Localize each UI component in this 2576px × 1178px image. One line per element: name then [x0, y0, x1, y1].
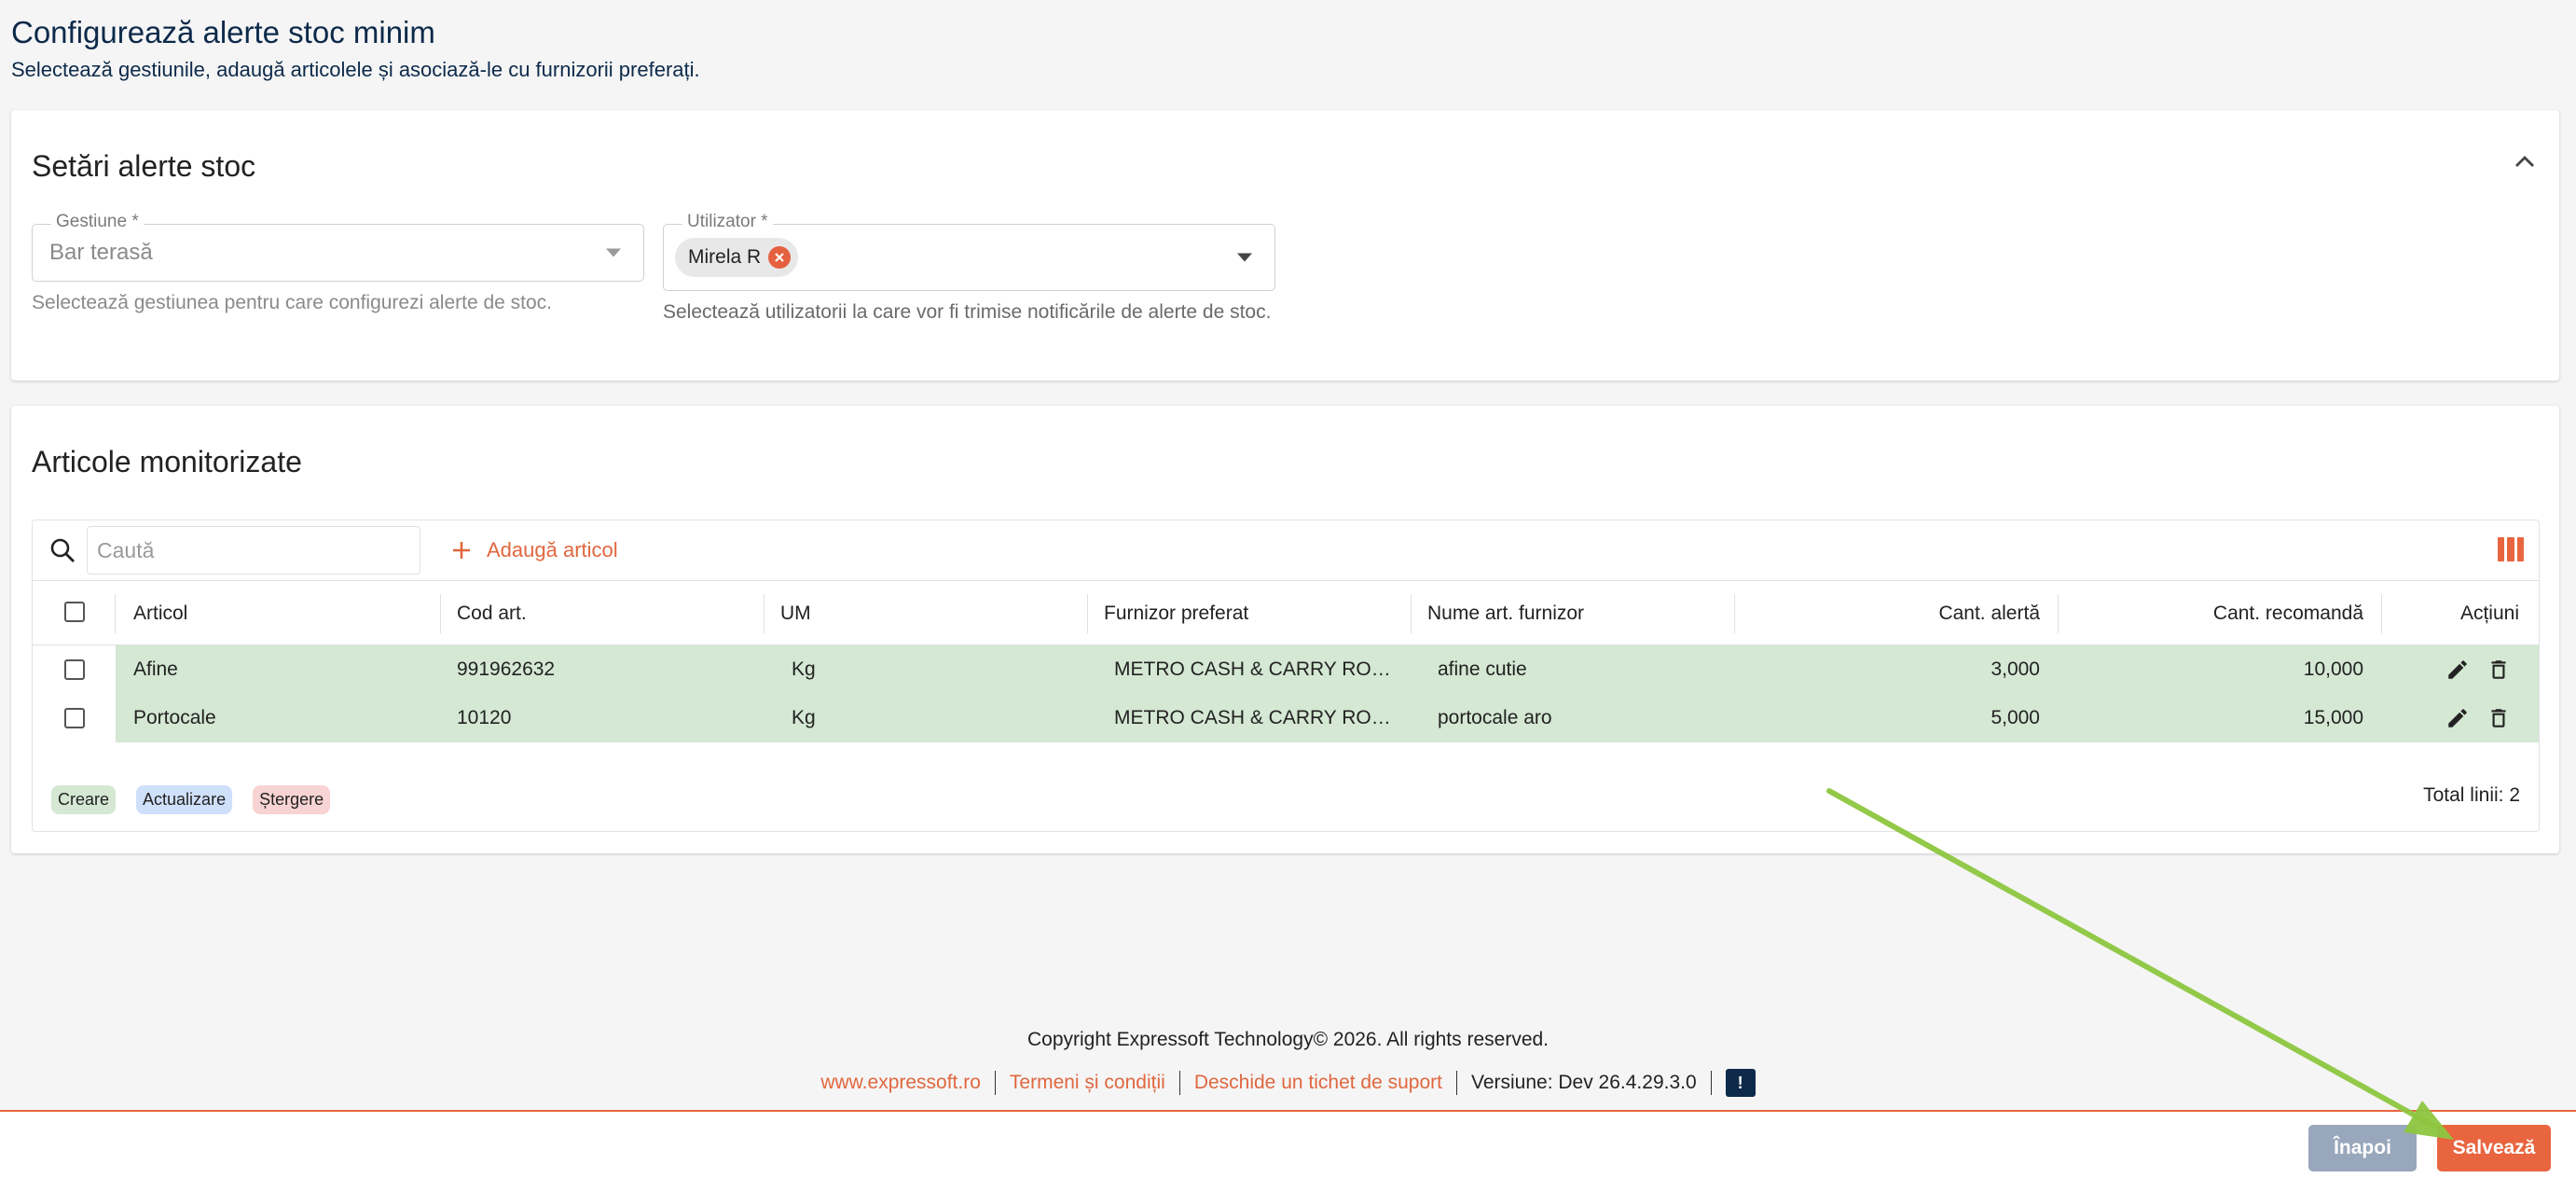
- col-header-articol[interactable]: Articol: [133, 603, 187, 625]
- search-box: [38, 526, 432, 575]
- cell-nume-furnizor: afine cutie: [1438, 658, 1527, 680]
- badge-create: Creare: [51, 785, 117, 814]
- edit-icon[interactable]: [2445, 706, 2470, 730]
- badge-delete: Ștergere: [253, 785, 331, 814]
- page-subtitle: Selectează gestiunile, adaugă articolele…: [11, 58, 700, 81]
- link-website[interactable]: www.expressoft.ro: [820, 1072, 981, 1094]
- footer-copyright: Copyright Expressoft Technology© 2026. A…: [1026, 1029, 1550, 1050]
- select-all-checkbox[interactable]: [64, 602, 85, 622]
- settings-title: Setări alerte stoc: [32, 149, 256, 183]
- gestiune-helper-text: Selectează gestiunea pentru care configu…: [32, 292, 553, 313]
- stock-alert-settings-card: Setări alerte stoc Gestiune * Bar terasă…: [11, 110, 2559, 381]
- col-header-cod[interactable]: Cod art.: [457, 603, 527, 625]
- footer-links: www.expressoft.ro Termeni și condiții De…: [0, 1069, 2576, 1097]
- badge-update: Actualizare: [136, 785, 233, 814]
- cell-furnizor: METRO CASH & CARRY ROMA...: [1114, 707, 1401, 728]
- dropdown-arrow-icon[interactable]: [1237, 253, 1252, 262]
- cell-articol: Afine: [133, 658, 178, 680]
- chevron-up-icon[interactable]: [2511, 147, 2539, 175]
- table-toolbar: Adaugă articol: [33, 520, 2539, 580]
- feedback-icon[interactable]: !: [1725, 1069, 1756, 1097]
- table-row[interactable]: Portocale 10120 Kg METRO CASH & CARRY RO…: [33, 694, 2539, 742]
- status-legend: Creare Actualizare Ștergere: [51, 785, 331, 814]
- total-lines: Total linii: 2: [2423, 784, 2520, 806]
- utilizator-select[interactable]: Utilizator * Mirela R: [663, 212, 1275, 291]
- user-chip-label: Mirela R: [688, 246, 762, 268]
- cell-nume-furnizor: portocale aro: [1438, 707, 1552, 728]
- columns-icon[interactable]: [2498, 537, 2524, 561]
- articles-title: Articole monitorizate: [32, 445, 302, 478]
- gestiune-label: Gestiune *: [51, 212, 144, 232]
- cell-um: Kg: [792, 658, 816, 680]
- row-checkbox[interactable]: [64, 708, 85, 728]
- col-header-nume-furnizor[interactable]: Nume art. furnizor: [1427, 603, 1584, 625]
- user-chip: Mirela R: [675, 238, 799, 277]
- cell-cant-alerta: 3,000: [1991, 658, 2040, 680]
- table-header: Articol Cod art. UM Furnizor preferat Nu…: [33, 580, 2539, 645]
- link-terms[interactable]: Termeni și condiții: [1010, 1072, 1165, 1094]
- cell-cant-recomandata: 15,000: [2303, 707, 2363, 728]
- back-button[interactable]: Înapoi: [2308, 1125, 2417, 1171]
- cell-articol: Portocale: [133, 707, 216, 728]
- delete-icon[interactable]: [2486, 658, 2511, 682]
- link-support-ticket[interactable]: Deschide un tichet de suport: [1194, 1072, 1442, 1094]
- monitored-articles-card: Articole monitorizate Adaugă articol Art…: [11, 406, 2559, 853]
- cell-furnizor: METRO CASH & CARRY ROMA...: [1114, 658, 1401, 680]
- edit-icon[interactable]: [2445, 658, 2470, 682]
- col-header-cant-recomandata[interactable]: Cant. recomandă: [2074, 603, 2363, 625]
- delete-icon[interactable]: [2486, 706, 2511, 730]
- cell-um: Kg: [792, 707, 816, 728]
- col-header-um[interactable]: UM: [780, 603, 811, 625]
- bottom-action-bar: Înapoi Salvează: [0, 1110, 2576, 1178]
- plus-icon: [453, 542, 470, 559]
- gestiune-select[interactable]: Gestiune * Bar terasă: [32, 212, 644, 282]
- cell-cod: 10120: [457, 707, 512, 728]
- col-header-actiuni: Acțiuni: [2459, 603, 2519, 624]
- articles-table: Adaugă articol Articol Cod art. UM Furni…: [32, 520, 2540, 832]
- save-button[interactable]: Salvează: [2437, 1125, 2551, 1171]
- utilizator-helper-text: Selectează utilizatorii la care vor fi t…: [663, 301, 1272, 323]
- col-header-cant-alerta[interactable]: Cant. alertă: [1751, 603, 2040, 625]
- row-checkbox[interactable]: [64, 659, 85, 680]
- app-version: Versiune: Dev 26.4.29.3.0: [1470, 1072, 1697, 1093]
- remove-chip-icon[interactable]: [768, 246, 792, 269]
- add-article-label: Adaugă articol: [487, 538, 618, 561]
- table-row[interactable]: Afine 991962632 Kg METRO CASH & CARRY RO…: [33, 645, 2539, 694]
- dropdown-arrow-icon: [606, 248, 621, 257]
- search-input[interactable]: [87, 526, 420, 575]
- utilizator-label: Utilizator *: [682, 212, 773, 232]
- page-title: Configurează alerte stoc minim: [11, 15, 435, 49]
- search-icon: [38, 526, 87, 575]
- col-header-furnizor[interactable]: Furnizor preferat: [1104, 603, 1248, 625]
- cell-cod: 991962632: [457, 658, 556, 680]
- cell-cant-alerta: 5,000: [1991, 707, 2040, 728]
- cell-cant-recomandata: 10,000: [2303, 658, 2363, 680]
- add-article-button[interactable]: Adaugă articol: [438, 530, 631, 571]
- gestiune-value: Bar terasă: [49, 240, 153, 265]
